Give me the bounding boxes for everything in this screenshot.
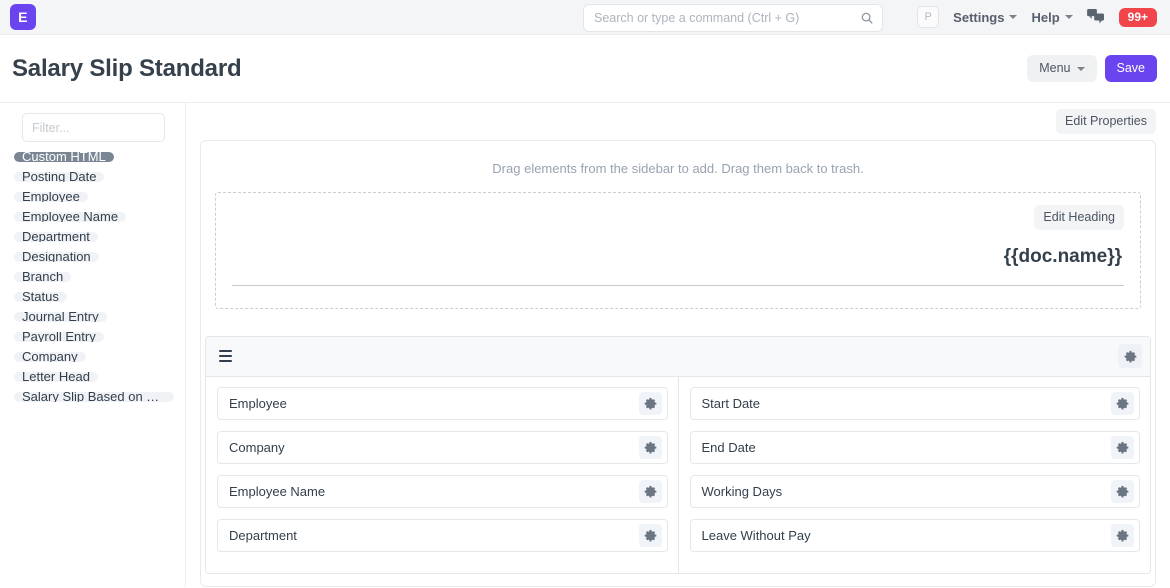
chevron-down-icon (1064, 15, 1073, 19)
page-actions: Menu Save (1027, 55, 1157, 82)
navbar-right: P Settings Help 99+ (917, 6, 1157, 28)
app-logo-letter: E (18, 9, 28, 25)
sidebar-field-chip[interactable]: Payroll Entry (14, 332, 104, 342)
page-header: Salary Slip Standard Menu Save (0, 35, 1170, 103)
notification-badge[interactable]: 99+ (1118, 7, 1157, 27)
section-columns: Employee Company Employee Name Departmen… (206, 376, 1151, 573)
sidebar-field-chip[interactable]: Salary Slip Based on Tim… (14, 392, 174, 402)
sidebar-field-chip[interactable]: Designation (14, 252, 99, 262)
form-field-row[interactable]: Company (217, 430, 668, 464)
settings-label: Settings (953, 9, 1005, 25)
sidebar-field-chip[interactable]: Branch (14, 272, 72, 282)
form-field-label: End Date (701, 439, 756, 455)
form-field-row[interactable]: End Date (689, 430, 1140, 464)
field-settings-button[interactable] (638, 523, 662, 547)
gear-icon (1116, 441, 1129, 454)
sidebar-field-chip[interactable]: Company (14, 352, 86, 362)
gear-icon (644, 441, 656, 454)
sidebar-field-chip[interactable]: Employee (14, 192, 88, 202)
avatar-letter: P (924, 11, 932, 23)
main-content: Edit Properties Drag elements from the s… (185, 103, 1170, 587)
section-column: Start Date End Date Working Days Leave W… (677, 376, 1151, 573)
form-canvas: Drag elements from the sidebar to add. D… (200, 140, 1156, 587)
form-field-row[interactable]: Leave Without Pay (689, 518, 1140, 552)
gear-icon (1116, 397, 1129, 410)
field-settings-button[interactable] (1111, 391, 1134, 415)
sidebar: Custom HTML Posting Date Employee Employee … (0, 103, 185, 587)
menu-button[interactable]: Menu (1027, 55, 1097, 82)
app-logo[interactable]: E (10, 4, 36, 30)
section-settings-button[interactable] (1118, 344, 1142, 368)
field-settings-button[interactable] (638, 391, 662, 415)
avatar[interactable]: P (917, 6, 940, 28)
sidebar-field-chip[interactable]: Status (14, 292, 67, 302)
page-title: Salary Slip Standard (12, 54, 242, 82)
sidebar-field-chip[interactable]: Custom HTML (14, 152, 114, 162)
gear-icon (644, 485, 656, 498)
heading-toolbar: Edit Heading (232, 205, 1124, 230)
form-field-label: Department (229, 527, 297, 543)
sidebar-field-chip[interactable]: Journal Entry (14, 312, 107, 322)
filter-input[interactable] (22, 113, 165, 142)
chevron-down-icon (1009, 15, 1018, 19)
form-field-label: Employee Name (229, 483, 326, 499)
gear-icon (644, 397, 656, 410)
field-settings-button[interactable] (1111, 435, 1134, 459)
edit-properties-button[interactable]: Edit Properties (1056, 109, 1156, 134)
form-field-row[interactable]: Employee Name (217, 474, 668, 508)
form-field-row[interactable]: Start Date (689, 386, 1140, 420)
sidebar-field-chip[interactable]: Employee Name (14, 212, 127, 222)
settings-menu[interactable]: Settings (953, 9, 1018, 25)
field-settings-button[interactable] (1111, 479, 1134, 503)
section-block: Employee Company Employee Name Departmen… (205, 335, 1151, 574)
form-field-label: Start Date (701, 395, 761, 411)
sidebar-field-chip[interactable]: Department (14, 232, 98, 242)
page-body: Custom HTMLPosting DateEmployeeEmployee … (0, 103, 1170, 587)
global-search[interactable] (583, 4, 883, 32)
form-field-label: Leave Without Pay (701, 527, 811, 543)
field-settings-button[interactable] (638, 435, 662, 459)
help-menu[interactable]: Help (1031, 9, 1073, 25)
gear-icon (1116, 485, 1129, 498)
save-button[interactable]: Save (1104, 55, 1157, 82)
search-icon (861, 12, 873, 24)
section-header (206, 336, 1150, 377)
form-field-label: Company (229, 439, 285, 455)
field-settings-button[interactable] (1111, 523, 1134, 547)
chat-bubbles-icon[interactable] (1086, 9, 1105, 25)
chevron-down-icon (1076, 66, 1085, 71)
gear-icon (1116, 529, 1129, 542)
form-field-label: Employee (229, 395, 287, 411)
form-field-row[interactable]: Working Days (689, 474, 1140, 508)
drag-hint-text: Drag elements from the sidebar to add. D… (492, 161, 864, 176)
edit-heading-button[interactable]: Edit Heading (1034, 205, 1124, 230)
sidebar-field-chip[interactable]: Letter Head (14, 372, 98, 382)
section-column: Employee Company Employee Name Departmen… (206, 377, 678, 573)
search-input[interactable] (594, 11, 860, 25)
menu-button-label: Menu (1039, 61, 1071, 76)
navbar: E P Settings Help 99+ (0, 0, 1170, 35)
hamburger-icon[interactable] (219, 349, 232, 363)
main-toolbar: Edit Properties (186, 103, 1170, 140)
sidebar-field-chip[interactable]: Posting Date (14, 172, 105, 182)
sidebar-field-list: Custom HTML Posting Date Employee Employee … (0, 152, 185, 412)
form-field-label: Working Days (701, 483, 783, 499)
gear-icon (1124, 350, 1136, 363)
form-field-row[interactable]: Employee (217, 386, 668, 420)
help-label: Help (1031, 9, 1060, 25)
field-settings-button[interactable] (638, 479, 662, 503)
form-field-row[interactable]: Department (217, 518, 668, 552)
heading-title: {{doc.name}} (1003, 245, 1122, 267)
heading-divider (232, 284, 1124, 286)
heading-block[interactable]: Edit Heading {{doc.name}} (215, 192, 1141, 309)
gear-icon (644, 529, 656, 542)
sidebar-filter-wrap (0, 113, 185, 152)
